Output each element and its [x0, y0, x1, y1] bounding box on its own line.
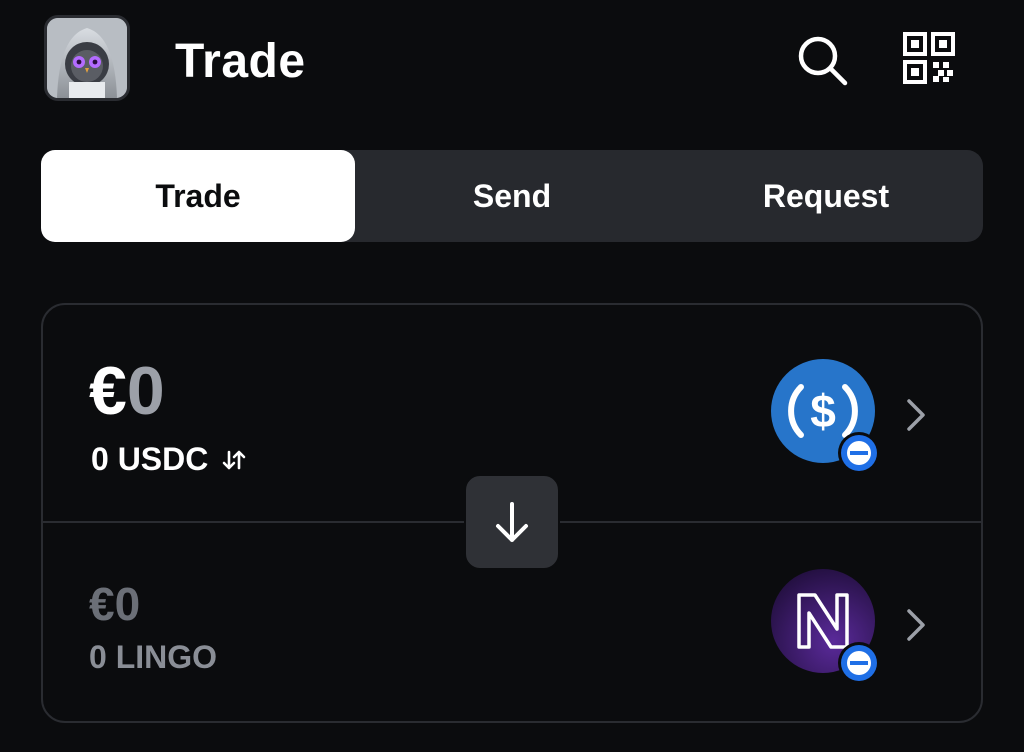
qr-code-icon: [903, 32, 955, 84]
to-token-selector[interactable]: [771, 569, 931, 684]
header: Trade: [0, 0, 1024, 130]
from-token-amount-text: 0 USDC: [91, 441, 209, 477]
avatar[interactable]: [44, 15, 130, 101]
network-badge-icon: [838, 432, 880, 474]
owl-avatar-icon: [47, 18, 127, 98]
chevron-right-icon: [907, 399, 925, 431]
from-currency-symbol: €: [89, 353, 127, 429]
to-token-amount: 0 LINGO: [89, 639, 218, 675]
to-currency-symbol: €: [89, 578, 115, 630]
trade-screen: Trade Trade Send Request €0 0 USDC $ €0 …: [0, 0, 1024, 752]
tab-trade[interactable]: Trade: [41, 150, 355, 242]
mode-tabs: Trade Send Request: [41, 150, 983, 242]
tab-request[interactable]: Request: [669, 150, 983, 242]
from-amount-input[interactable]: €0: [89, 355, 165, 427]
search-icon: [798, 36, 848, 86]
to-amount-number: 0: [114, 578, 141, 630]
search-button[interactable]: [792, 30, 852, 90]
flip-direction-button[interactable]: [464, 474, 560, 570]
from-token-selector[interactable]: $: [771, 359, 931, 474]
chevron-right-icon: [907, 609, 925, 641]
qr-scan-button[interactable]: [900, 30, 960, 90]
arrow-down-icon: [496, 502, 528, 542]
from-amount-value: 0: [126, 353, 165, 429]
from-token-amount: 0 USDC: [91, 441, 248, 478]
page-title: Trade: [175, 35, 306, 88]
swap-units-icon[interactable]: [220, 446, 248, 474]
network-badge-icon: [838, 642, 880, 684]
to-amount-value: €0: [89, 579, 140, 629]
svg-text:$: $: [810, 385, 836, 437]
tab-send[interactable]: Send: [355, 150, 669, 242]
